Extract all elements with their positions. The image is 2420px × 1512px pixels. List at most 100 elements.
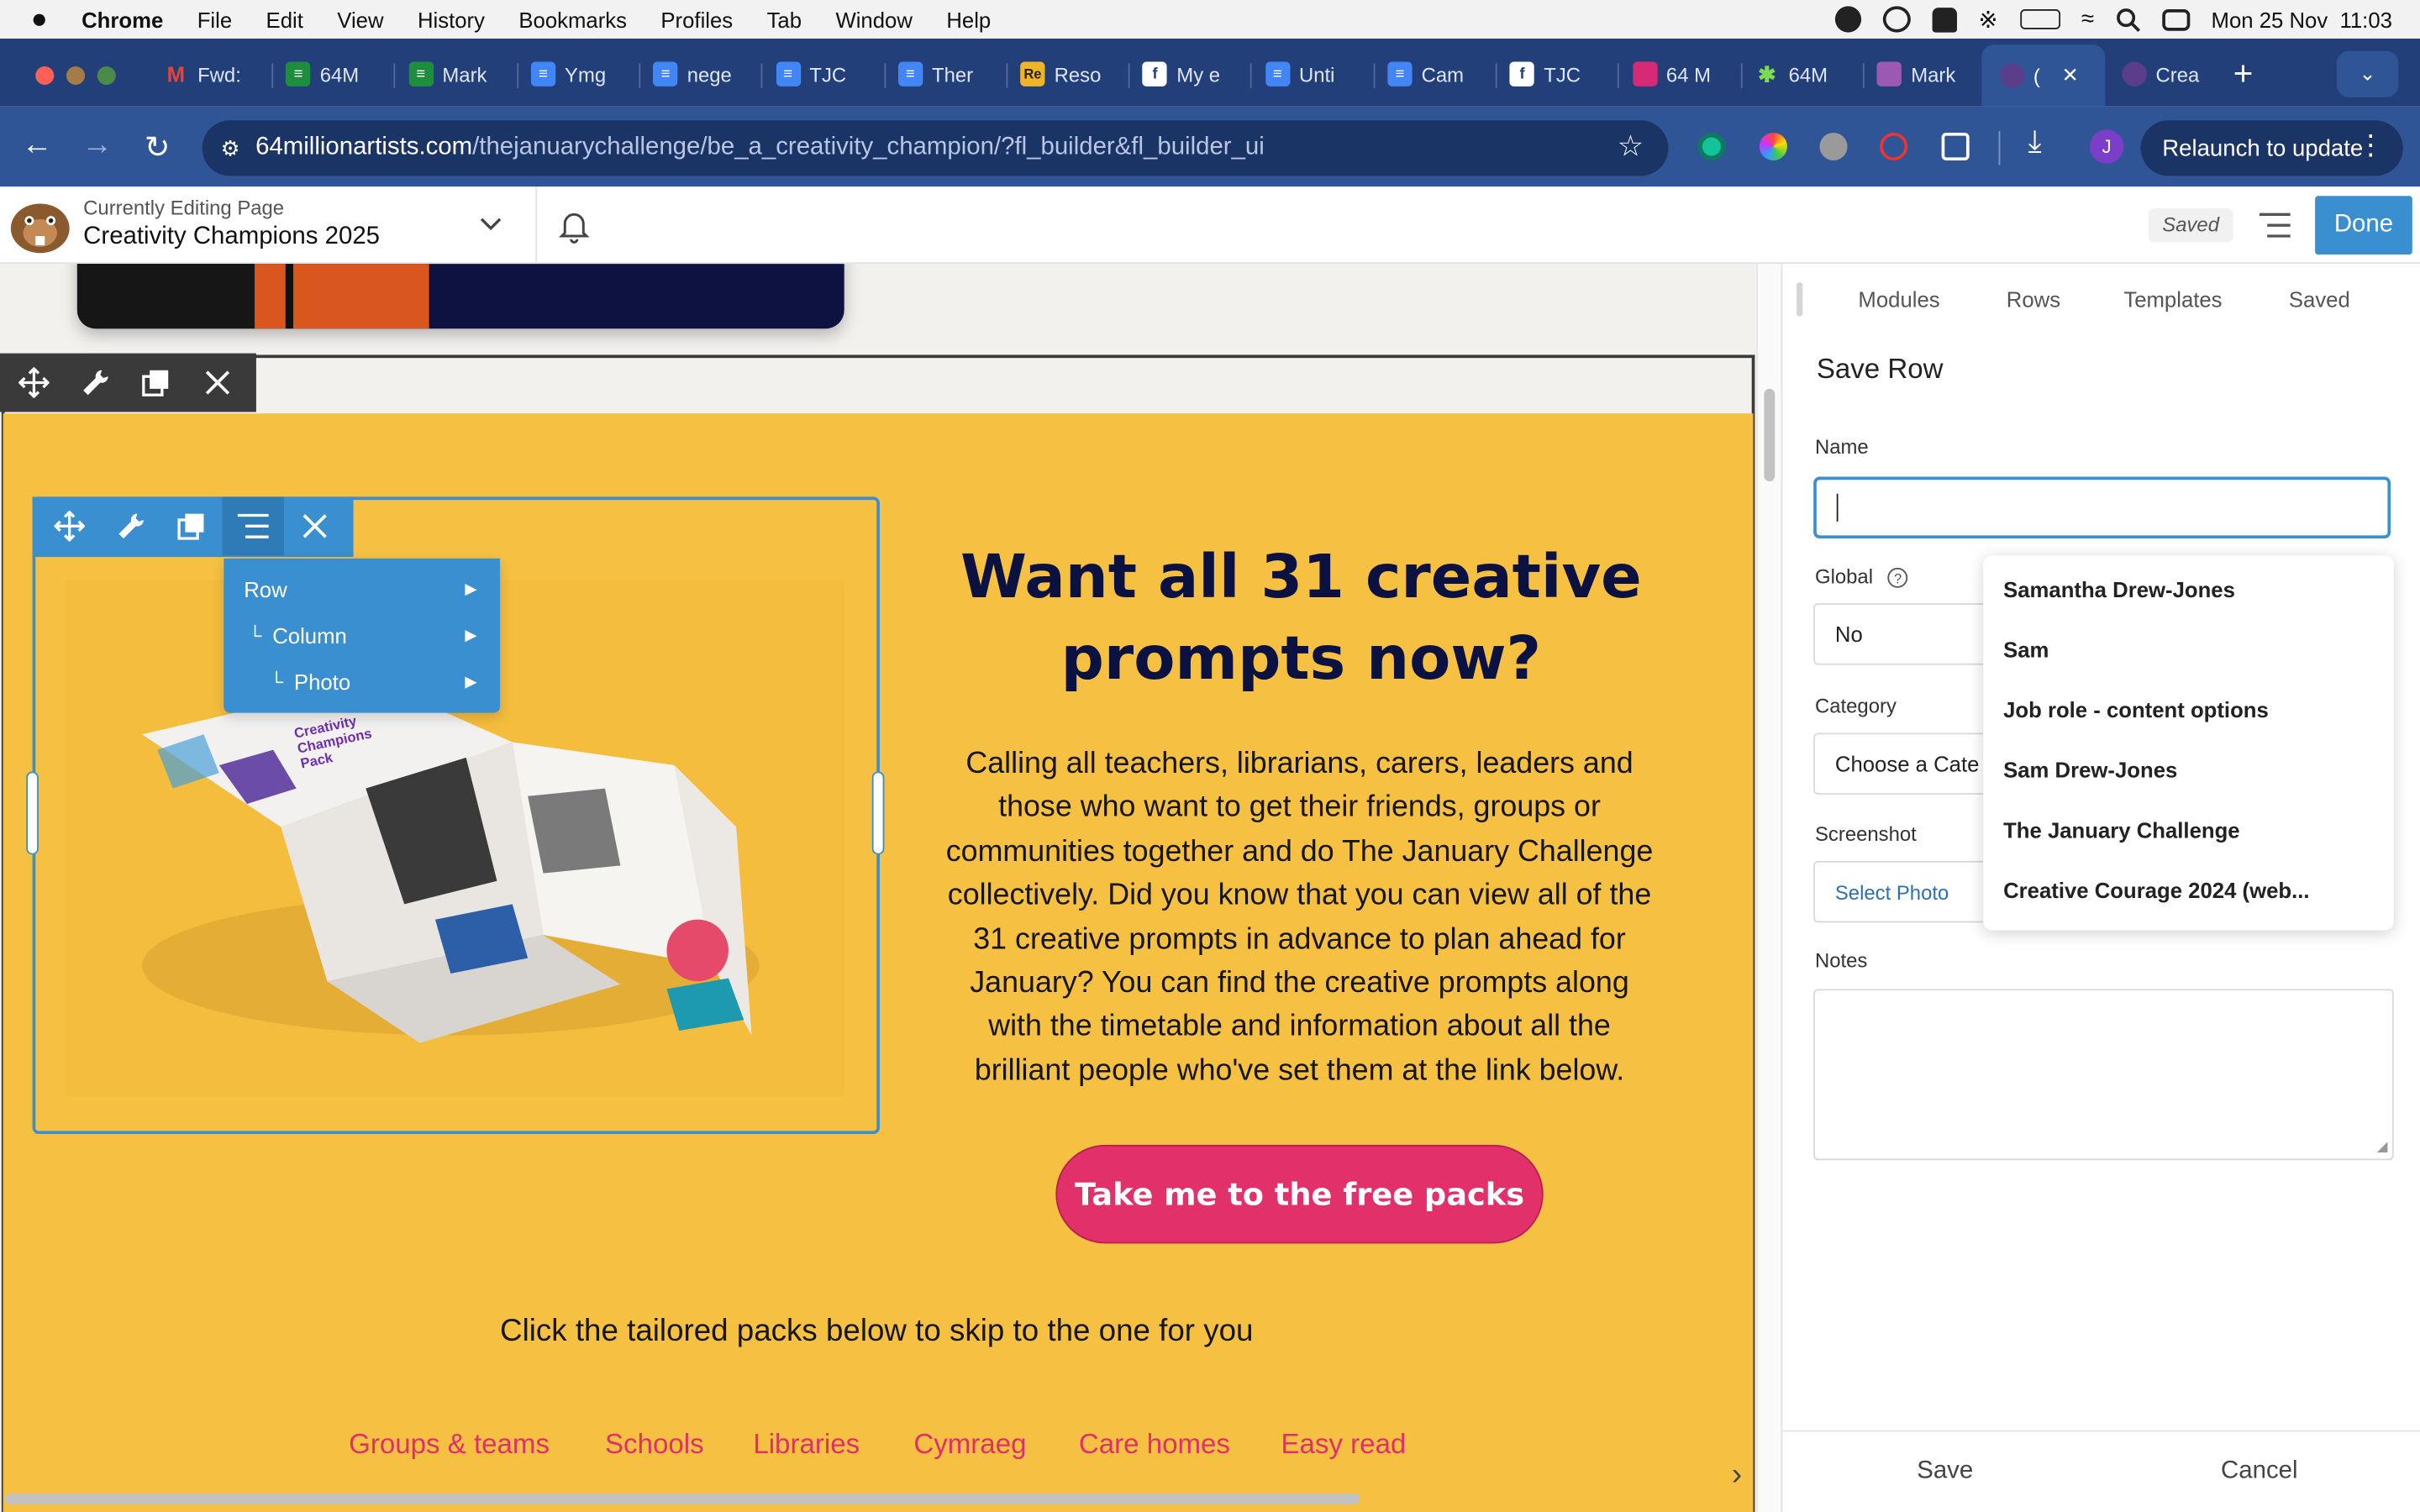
more-menu-icon[interactable]: ⋮ bbox=[2357, 131, 2385, 159]
close-window-button[interactable] bbox=[35, 66, 55, 86]
browser-tab[interactable]: ≡ Ther bbox=[897, 51, 997, 97]
beaver-logo[interactable] bbox=[6, 194, 74, 255]
extension-red-icon[interactable] bbox=[1880, 132, 1908, 161]
row-move-button[interactable] bbox=[3, 354, 65, 412]
menu-item-row[interactable]: Row ▶ bbox=[224, 566, 498, 612]
page-title[interactable]: Creativity Champions 2025 bbox=[83, 223, 380, 251]
tab-rows[interactable]: Rows bbox=[2007, 287, 2060, 312]
menu-item-photo[interactable]: └ Photo ▶ bbox=[224, 659, 498, 705]
menu-file[interactable]: File bbox=[197, 7, 232, 31]
autocomplete-option[interactable]: Samantha Drew-Jones bbox=[2003, 577, 2235, 601]
browser-tab[interactable]: ≡ Mark bbox=[408, 51, 508, 97]
row-remove-button[interactable] bbox=[187, 354, 248, 412]
browser-tab[interactable]: ≡ 64M bbox=[286, 51, 385, 97]
chevron-down-icon[interactable] bbox=[478, 216, 502, 231]
browser-tab[interactable]: ✱ 64M bbox=[1754, 51, 1854, 97]
browser-tab[interactable]: Crea bbox=[2122, 51, 2221, 97]
pack-link-libraries[interactable]: Libraries bbox=[753, 1429, 860, 1462]
menu-edit[interactable]: Edit bbox=[266, 7, 303, 31]
close-tab-icon[interactable]: ✕ bbox=[2062, 63, 2079, 87]
grammarly-icon[interactable] bbox=[1834, 6, 1861, 33]
battery-icon[interactable] bbox=[2019, 9, 2060, 29]
yellow-row[interactable]: Creativity Champions Pack Row ▶ └ Column… bbox=[0, 353, 1754, 1512]
row-settings-button[interactable] bbox=[65, 354, 126, 412]
back-button[interactable]: ← bbox=[18, 128, 55, 163]
autocomplete-option[interactable]: The January Challenge bbox=[2003, 817, 2240, 842]
horizontal-scrollbar[interactable] bbox=[4, 1493, 1360, 1504]
tab-modules[interactable]: Modules bbox=[1858, 287, 1939, 312]
browser-tab[interactable]: 64 M bbox=[1632, 51, 1732, 97]
autocomplete-option[interactable]: Job role - content options bbox=[2003, 697, 2269, 722]
menu-profiles[interactable]: Profiles bbox=[660, 7, 733, 31]
profile-avatar[interactable]: J bbox=[2089, 129, 2124, 164]
pack-link-easy-read[interactable]: Easy read bbox=[1281, 1429, 1406, 1462]
module-settings-button[interactable] bbox=[100, 496, 161, 555]
bookmark-star-icon[interactable]: ☆ bbox=[1618, 129, 1644, 165]
menu-window[interactable]: Window bbox=[835, 7, 912, 31]
browser-tab[interactable]: ≡ Cam bbox=[1387, 51, 1486, 97]
pack-link-groups-teams[interactable]: Groups & teams bbox=[349, 1429, 550, 1462]
module-remove-button[interactable] bbox=[284, 496, 345, 555]
pack-link-cymraeg[interactable]: Cymraeg bbox=[913, 1429, 1026, 1462]
autocomplete-option[interactable]: Creative Courage 2024 (web... bbox=[2003, 878, 2309, 902]
panel-drag-handle[interactable] bbox=[1796, 282, 1803, 317]
apple-icon[interactable]: ● bbox=[31, 0, 48, 39]
downloads-icon[interactable]: ⤓ bbox=[2028, 125, 2041, 160]
browser-tab[interactable]: f My e bbox=[1142, 51, 1242, 97]
browser-tab[interactable]: f TJC bbox=[1509, 51, 1609, 97]
bluetooth-icon[interactable]: ※ bbox=[1979, 5, 1998, 33]
help-icon[interactable]: ? bbox=[1887, 567, 1908, 588]
browser-tab[interactable]: M Fwd: bbox=[164, 51, 263, 97]
autocomplete-option[interactable]: Sam bbox=[2003, 638, 2049, 662]
browser-tab[interactable]: ≡ TJC bbox=[775, 51, 875, 97]
maximize-window-button[interactable] bbox=[97, 66, 116, 86]
menu-bookmarks[interactable]: Bookmarks bbox=[518, 7, 627, 31]
grammarly-extension-icon[interactable] bbox=[1697, 132, 1726, 161]
reload-button[interactable]: ↻ bbox=[139, 128, 176, 166]
resize-grip-icon[interactable]: ◢ bbox=[2377, 1139, 2388, 1156]
menu-history[interactable]: History bbox=[418, 7, 485, 31]
forward-button[interactable]: → bbox=[79, 128, 116, 163]
autocomplete-option[interactable]: Sam Drew-Jones bbox=[2003, 758, 2177, 782]
browser-tab[interactable]: Re Reso bbox=[1020, 51, 1119, 97]
pack-link-schools[interactable]: Schools bbox=[605, 1429, 704, 1462]
color-picker-extension-icon[interactable] bbox=[1759, 132, 1787, 161]
module-parent-menu-button[interactable] bbox=[222, 496, 284, 556]
row-duplicate-button[interactable] bbox=[125, 354, 187, 412]
menu-view[interactable]: View bbox=[337, 7, 383, 31]
creative-cloud-icon[interactable] bbox=[1882, 6, 1911, 33]
browser-tab[interactable]: Mark bbox=[1876, 51, 1976, 97]
site-info-icon[interactable]: ⚙ bbox=[221, 135, 240, 161]
menubar-clock[interactable]: Mon 25 Nov 11:03 bbox=[2212, 7, 2392, 31]
browser-tab[interactable]: ≡ nege bbox=[653, 51, 752, 97]
column-resize-handle-right[interactable] bbox=[871, 771, 885, 855]
name-input[interactable] bbox=[1813, 476, 2391, 539]
menu-item-column[interactable]: └ Column ▶ bbox=[224, 612, 498, 659]
browser-tab[interactable]: (✕ bbox=[1981, 45, 2105, 107]
notification-icon[interactable] bbox=[1932, 7, 1957, 32]
free-packs-cta-button[interactable]: Take me to the free packs bbox=[1055, 1144, 1544, 1244]
notes-textarea[interactable]: ◢ bbox=[1813, 989, 2394, 1161]
column-resize-handle-left[interactable] bbox=[26, 771, 39, 855]
tab-templates[interactable]: Templates bbox=[2123, 287, 2222, 312]
extensions-puzzle-icon[interactable] bbox=[1941, 132, 1970, 161]
new-tab-button[interactable]: + bbox=[2233, 54, 2254, 94]
wifi-icon[interactable]: ≈ bbox=[2081, 6, 2094, 32]
control-center-icon[interactable] bbox=[2161, 8, 2190, 30]
extension-grey-icon[interactable] bbox=[1819, 132, 1848, 161]
save-button[interactable]: Save bbox=[1917, 1458, 1973, 1486]
minimize-window-button[interactable] bbox=[66, 66, 86, 86]
menu-tab[interactable]: Tab bbox=[767, 7, 802, 31]
tab-search-button[interactable]: ⌄ bbox=[2336, 50, 2399, 97]
vertical-scrollbar-thumb[interactable] bbox=[1764, 388, 1776, 482]
tab-saved[interactable]: Saved bbox=[2289, 287, 2350, 312]
chevron-right-icon[interactable]: › bbox=[1732, 1458, 1742, 1494]
cancel-button[interactable]: Cancel bbox=[2221, 1458, 2297, 1486]
browser-tab[interactable]: ≡ Ymg bbox=[530, 51, 630, 97]
menu-app-name[interactable]: Chrome bbox=[82, 7, 163, 31]
done-button[interactable]: Done bbox=[2315, 196, 2412, 255]
menu-help[interactable]: Help bbox=[946, 7, 991, 31]
bell-icon[interactable] bbox=[559, 210, 590, 244]
module-move-button[interactable] bbox=[39, 496, 100, 555]
outline-list-icon[interactable] bbox=[2258, 212, 2291, 239]
